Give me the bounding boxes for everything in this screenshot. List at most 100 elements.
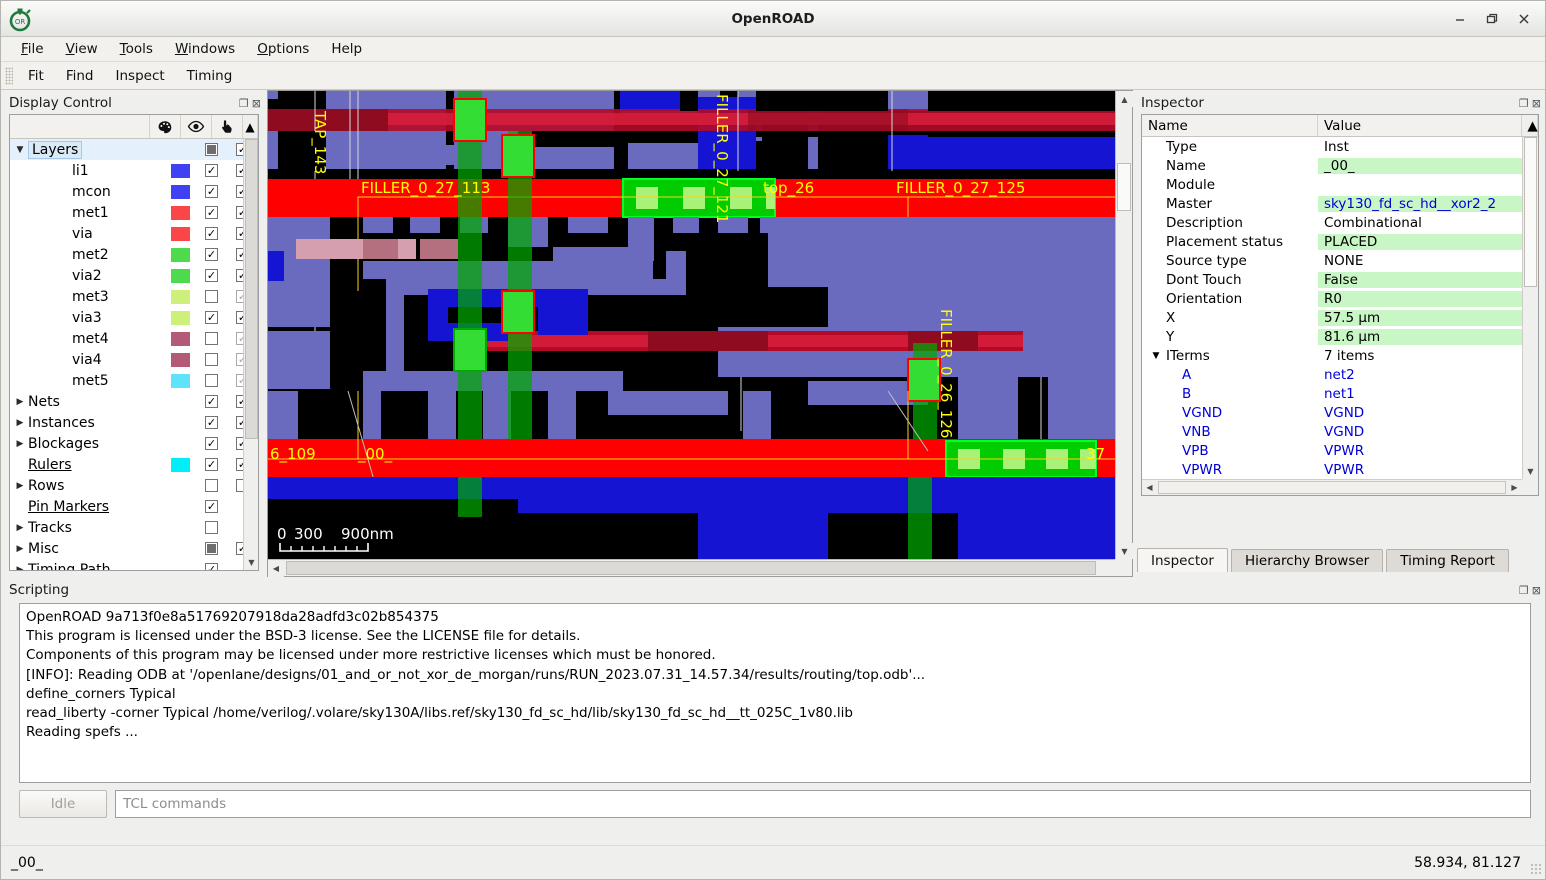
color-swatch-cell[interactable]: [165, 457, 196, 472]
display-control-row-pin-markers[interactable]: Pin Markers ✓: [10, 496, 258, 517]
row-label-cell[interactable]: met5: [10, 373, 165, 389]
row-label-cell[interactable]: ▶ Blockages: [10, 436, 165, 452]
chevron-down-icon[interactable]: ▼: [12, 145, 28, 155]
inspector-scroll-up-button[interactable]: ▲: [1522, 115, 1538, 136]
visible-checkbox[interactable]: ✓: [205, 395, 218, 408]
menu-windows[interactable]: Windows: [165, 38, 245, 60]
property-value[interactable]: Combinational: [1318, 215, 1538, 231]
inspector-row[interactable]: Placement status PLACED: [1142, 232, 1538, 251]
visible-checkbox[interactable]: ✓: [205, 206, 218, 219]
visible-checkbox[interactable]: ✓: [205, 164, 218, 177]
property-value[interactable]: 81.6 µm: [1318, 328, 1538, 345]
property-value[interactable]: False: [1318, 271, 1538, 288]
visible-checkbox[interactable]: [205, 542, 218, 555]
visible-checkbox-cell[interactable]: ✓: [196, 437, 227, 450]
color-swatch[interactable]: [171, 205, 190, 220]
canvas-hscroll-thumb[interactable]: [286, 561, 1096, 575]
scroll-down-button[interactable]: ▼: [244, 555, 258, 570]
visible-checkbox[interactable]: ✓: [205, 563, 218, 570]
inspector-scroll-down-button[interactable]: ▼: [1523, 464, 1538, 479]
minimize-button[interactable]: [1445, 6, 1475, 32]
visible-checkbox-cell[interactable]: ✓: [196, 227, 227, 240]
column-header-selectable[interactable]: [212, 115, 243, 138]
visible-checkbox-cell[interactable]: ✓: [196, 500, 227, 513]
inspector-row[interactable]: Orientation R0: [1142, 289, 1538, 308]
property-value[interactable]: 7 items: [1318, 348, 1538, 364]
row-label-cell[interactable]: ▶ Instances: [10, 415, 165, 431]
display-control-row-nets[interactable]: ▶Nets✓✓: [10, 391, 258, 412]
visible-checkbox[interactable]: [205, 353, 218, 366]
color-swatch-cell[interactable]: [165, 226, 196, 241]
display-control-row-via2[interactable]: via2✓✓: [10, 265, 258, 286]
property-value[interactable]: Inst: [1318, 139, 1538, 155]
visible-checkbox-cell[interactable]: ✓: [196, 311, 227, 324]
display-control-row-blockages[interactable]: ▶Blockages✓✓: [10, 433, 258, 454]
inspector-row[interactable]: Master sky130_fd_sc_hd__xor2_2: [1142, 194, 1538, 213]
tab-inspector[interactable]: Inspector: [1137, 548, 1228, 572]
visible-checkbox[interactable]: ✓: [205, 458, 218, 471]
color-swatch-cell[interactable]: [165, 310, 196, 325]
inspector-horizontal-scrollbar[interactable]: ◀ ▶: [1142, 479, 1522, 495]
display-control-row-instances[interactable]: ▶Instances✓✓: [10, 412, 258, 433]
visible-checkbox-cell[interactable]: ✓: [196, 164, 227, 177]
visible-checkbox[interactable]: [205, 479, 218, 492]
display-control-row-met1[interactable]: met1✓✓: [10, 202, 258, 223]
property-value[interactable]: NONE: [1318, 253, 1538, 269]
color-swatch-cell[interactable]: [165, 373, 196, 388]
inspector-scroll-right-button[interactable]: ▶: [1507, 480, 1522, 495]
row-label-cell[interactable]: ▶ Nets: [10, 394, 165, 410]
visible-checkbox[interactable]: ✓: [205, 269, 218, 282]
close-icon[interactable]: ⊠: [252, 98, 261, 109]
inspector-row[interactable]: VPB VPWR: [1142, 441, 1538, 460]
property-value[interactable]: VPWR: [1318, 443, 1538, 459]
toolbar-inspect-button[interactable]: Inspect: [105, 65, 176, 87]
visible-checkbox[interactable]: ✓: [205, 500, 218, 513]
tab-hierarchy-browser[interactable]: Hierarchy Browser: [1230, 549, 1384, 572]
float-icon[interactable]: ❐: [1519, 98, 1529, 109]
inspector-row[interactable]: Y 81.6 µm: [1142, 327, 1538, 346]
layout-canvas[interactable]: 0 300 900nm TAP_143 FILLER_0_27_113 FILL…: [268, 91, 1115, 559]
row-label-cell[interactable]: via: [10, 226, 165, 242]
color-swatch[interactable]: [171, 289, 190, 304]
property-value[interactable]: _00_: [1318, 157, 1538, 174]
property-value[interactable]: 57.5 µm: [1318, 309, 1538, 326]
inspector-row[interactable]: VNB VGND: [1142, 422, 1538, 441]
color-swatch-cell[interactable]: [165, 184, 196, 199]
inspector-row[interactable]: Module: [1142, 175, 1538, 194]
color-swatch-cell[interactable]: [165, 205, 196, 220]
visible-checkbox-cell[interactable]: ✓: [196, 395, 227, 408]
row-label-cell[interactable]: Pin Markers: [10, 499, 165, 515]
visible-checkbox-cell[interactable]: [196, 521, 227, 534]
visible-checkbox-cell[interactable]: [196, 332, 227, 345]
close-button[interactable]: [1509, 6, 1539, 32]
resize-grip[interactable]: [1530, 863, 1542, 875]
display-control-row-mcon[interactable]: mcon✓✓: [10, 181, 258, 202]
canvas-vertical-scrollbar[interactable]: ▲ ▼: [1115, 91, 1133, 559]
inspector-row[interactable]: Description Combinational: [1142, 213, 1538, 232]
layout-viewport[interactable]: 0 300 900nm TAP_143 FILLER_0_27_113 FILL…: [267, 90, 1133, 577]
visible-checkbox-cell[interactable]: ✓: [196, 416, 227, 429]
color-swatch-cell[interactable]: [165, 247, 196, 262]
inspector-row[interactable]: Dont Touch False: [1142, 270, 1538, 289]
visible-checkbox-cell[interactable]: [196, 143, 227, 156]
menu-view[interactable]: View: [56, 38, 108, 60]
toolbar-grip[interactable]: [5, 66, 13, 85]
visible-checkbox[interactable]: ✓: [205, 311, 218, 324]
tcl-command-input[interactable]: TCL commands: [115, 790, 1531, 818]
scripting-output[interactable]: OpenROAD 9a713f0e8a51769207918da28adfd3c…: [19, 603, 1531, 783]
canvas-horizontal-scrollbar[interactable]: ◀: [268, 559, 1115, 577]
inspector-hscroll-thumb[interactable]: [1158, 481, 1506, 494]
color-swatch-cell[interactable]: [165, 331, 196, 346]
color-swatch[interactable]: [171, 310, 190, 325]
display-control-row-misc[interactable]: ▶Misc✓: [10, 538, 258, 559]
color-swatch[interactable]: [171, 163, 190, 178]
row-label-cell[interactable]: ▶ Timing Path: [10, 562, 165, 571]
inspector-row[interactable]: Name _00_: [1142, 156, 1538, 175]
display-control-row-rows[interactable]: ▶ Rows: [10, 475, 258, 496]
row-label-cell[interactable]: met4: [10, 331, 165, 347]
color-swatch-cell[interactable]: [165, 163, 196, 178]
visible-checkbox[interactable]: [205, 521, 218, 534]
menu-tools[interactable]: Tools: [110, 38, 163, 60]
color-swatch[interactable]: [171, 352, 190, 367]
canvas-scroll-down-button[interactable]: ▼: [1116, 543, 1133, 559]
